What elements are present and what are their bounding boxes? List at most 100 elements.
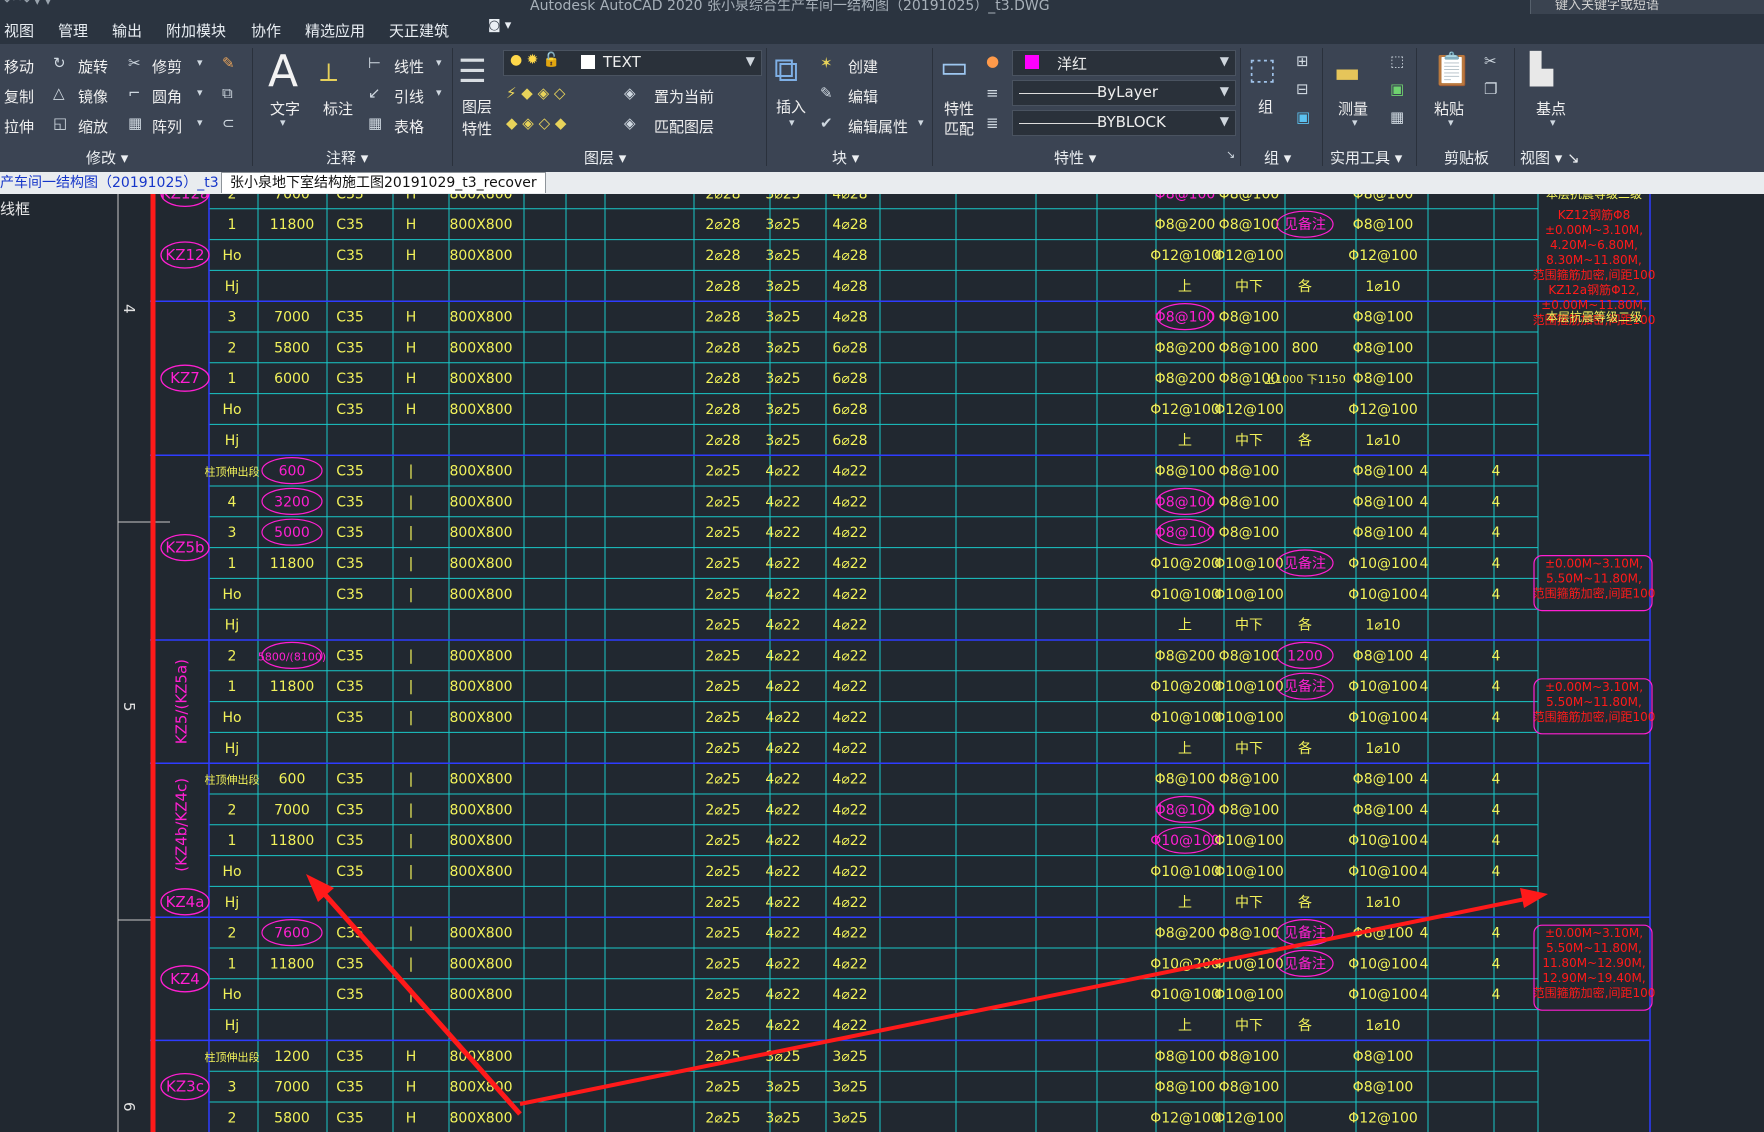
set-current-button[interactable]: 置为当前 — [654, 86, 714, 107]
tab-featured-apps[interactable]: 精选应用 — [305, 20, 365, 41]
file-tab-basement-recover[interactable]: 张小泉地下室结构施工图20191029_t3_recover — [221, 172, 546, 193]
dimension-icon[interactable]: ⟂ — [320, 58, 337, 89]
ungroup-icon[interactable]: ⊞ — [1296, 52, 1309, 70]
tab-output[interactable]: 输出 — [112, 20, 142, 41]
fillet-icon[interactable]: ⌐ — [128, 84, 141, 102]
group-select-icon[interactable]: ▣ — [1296, 108, 1310, 126]
edit-attribute-icon[interactable]: ✔ — [820, 114, 833, 132]
create-block-icon[interactable]: ✶ — [820, 54, 833, 72]
fillet-button[interactable]: 圆角 — [152, 86, 182, 107]
search-box[interactable]: 键入关键字或短语 — [1530, 0, 1764, 14]
insert-dropdown-icon[interactable]: ▾ — [789, 116, 795, 129]
match-properties-label-2[interactable]: 匹配 — [944, 118, 974, 139]
tab-view[interactable]: 视图 — [4, 20, 34, 41]
layer-properties-label-1[interactable]: 图层 — [462, 96, 492, 117]
viewport-label[interactable]: 线框 — [0, 198, 30, 219]
trim-icon[interactable]: ✂ — [128, 54, 141, 72]
insert-block-icon[interactable]: ⧉ — [774, 50, 798, 90]
linear-dropdown-icon[interactable]: ▾ — [436, 56, 442, 69]
layer-properties-icon[interactable]: ☰ — [458, 52, 487, 90]
copy-button[interactable]: 复制 — [4, 86, 34, 107]
match-layer-button[interactable]: 匹配图层 — [654, 116, 714, 137]
tab-overflow-icon[interactable]: ◙ ▾ — [488, 18, 511, 33]
copy-clip-icon[interactable]: ❐ — [1484, 80, 1497, 98]
paste-dropdown-icon[interactable]: ▾ — [1448, 116, 1454, 129]
count-icon[interactable]: ▣ — [1390, 80, 1404, 98]
layer-tools-icon[interactable]: ⚡ ◆ ◈ ◇ — [506, 84, 565, 102]
groups-group-title[interactable]: 组 ▾ — [1264, 147, 1291, 168]
edit-block-button[interactable]: 编辑 — [848, 86, 878, 107]
leader-icon[interactable]: ↙ — [368, 84, 381, 102]
scale-icon[interactable]: ◱ — [53, 114, 67, 132]
set-current-icon[interactable]: ◈ — [624, 84, 636, 102]
calculator-icon[interactable]: ▦ — [1390, 108, 1404, 126]
table-button[interactable]: 表格 — [394, 116, 424, 137]
match-properties-label-1[interactable]: 特性 — [944, 98, 974, 119]
trim-button[interactable]: 修剪 — [152, 56, 182, 77]
layer-dropdown[interactable]: ● ✹ 🔓 TEXT ▼ — [503, 50, 762, 76]
leader-dropdown-icon[interactable]: ▾ — [436, 86, 442, 99]
base-point-dropdown-icon[interactable]: ▾ — [1550, 116, 1556, 129]
properties-group-title[interactable]: 特性 ▾ — [1054, 147, 1096, 168]
array-icon[interactable]: ▦ — [128, 114, 142, 132]
fillet-dropdown-icon[interactable]: ▾ — [197, 86, 203, 99]
color-dropdown[interactable]: 洋红 ▼ — [1012, 50, 1236, 76]
rotate-icon[interactable]: ↻ — [53, 54, 66, 72]
quick-select-icon[interactable]: ⬚ — [1390, 52, 1404, 70]
tab-tangent[interactable]: 天正建筑 — [389, 20, 449, 41]
match-layer-icon[interactable]: ◈ — [624, 114, 636, 132]
tab-addins[interactable]: 附加模块 — [166, 20, 226, 41]
color-wheel-icon[interactable]: ● — [986, 52, 999, 70]
modify-group-title[interactable]: 修改 ▾ — [86, 147, 128, 168]
move-button[interactable]: 移动 — [4, 56, 34, 77]
stretch-button[interactable]: 拉伸 — [4, 116, 34, 137]
insert-button[interactable]: 插入 — [776, 96, 806, 117]
annotation-group-title[interactable]: 注释 ▾ — [326, 147, 368, 168]
explode-icon[interactable]: ⧉ — [222, 84, 233, 102]
rotate-button[interactable]: 旋转 — [78, 56, 108, 77]
layers-group-title[interactable]: 图层 ▾ — [584, 147, 626, 168]
cut-icon[interactable]: ✂ — [1484, 52, 1497, 70]
text-dropdown-icon[interactable]: ▾ — [280, 116, 286, 129]
block-group-title[interactable]: 块 ▾ — [832, 147, 859, 168]
linear-button[interactable]: 线性 — [394, 56, 424, 77]
text-icon[interactable]: A — [268, 46, 298, 97]
group-icon[interactable]: ⬚ — [1248, 52, 1276, 87]
measure-dropdown-icon[interactable]: ▾ — [1352, 116, 1358, 129]
scale-button[interactable]: 缩放 — [78, 116, 108, 137]
clipboard-group-title[interactable]: 剪贴板 — [1444, 147, 1489, 168]
mirror-button[interactable]: 镜像 — [78, 86, 108, 107]
file-tab-structure[interactable]: 产车间一结构图（20191025）_t3 — [0, 172, 225, 194]
utilities-group-title[interactable]: 实用工具 ▾ — [1330, 147, 1402, 168]
mirror-icon[interactable]: △ — [53, 84, 65, 102]
view-group-title[interactable]: 视图 ▾ ↘ — [1520, 147, 1580, 168]
create-block-button[interactable]: 创建 — [848, 56, 878, 77]
linetype-icon[interactable]: ≡ — [986, 84, 999, 102]
quick-access-icons[interactable]: ↶ ↷ ▾ ▾ — [4, 0, 51, 9]
offset-icon[interactable]: ⊂ — [222, 114, 235, 132]
tab-collaborate[interactable]: 协作 — [251, 20, 281, 41]
dimension-button[interactable]: 标注 — [323, 98, 353, 119]
lineweight-dropdown[interactable]: BYBLOCK ▼ — [1012, 110, 1236, 136]
properties-launcher-icon[interactable]: ↘ — [1226, 148, 1235, 161]
linetype-dropdown[interactable]: ByLayer ▼ — [1012, 80, 1236, 106]
erase-icon[interactable]: ✎ — [222, 54, 235, 72]
edit-attribute-dropdown-icon[interactable]: ▾ — [918, 116, 924, 129]
linear-dim-icon[interactable]: ⊢ — [368, 54, 381, 72]
trim-dropdown-icon[interactable]: ▾ — [197, 56, 203, 69]
array-dropdown-icon[interactable]: ▾ — [197, 116, 203, 129]
group-edit-icon[interactable]: ⊟ — [1296, 80, 1309, 98]
measure-icon[interactable]: ▬ — [1334, 56, 1360, 89]
group-button[interactable]: 组 — [1258, 96, 1273, 117]
leader-button[interactable]: 引线 — [394, 86, 424, 107]
tab-manage[interactable]: 管理 — [58, 20, 88, 41]
lineweight-icon[interactable]: ≣ — [986, 114, 999, 132]
edit-attribute-button[interactable]: 编辑属性 — [848, 116, 908, 137]
match-properties-icon[interactable]: ▭ — [940, 50, 968, 85]
paste-icon[interactable]: 📋 — [1432, 50, 1472, 88]
drawing-canvas[interactable]: 线框 4 5 6 KZ12a KZ12 KZ7 KZ5b KZ5/(KZ5a) (KZ4b/KZ… — [0, 194, 1764, 1132]
column-schedule-drawing[interactable]: 4 5 6 KZ12a KZ12 KZ7 KZ5b KZ5/(KZ5a) (KZ4b/KZ4c)… — [0, 194, 1764, 1132]
array-button[interactable]: 阵列 — [152, 116, 182, 137]
base-point-icon[interactable]: ▙ — [1530, 52, 1553, 87]
table-icon[interactable]: ▦ — [368, 114, 382, 132]
